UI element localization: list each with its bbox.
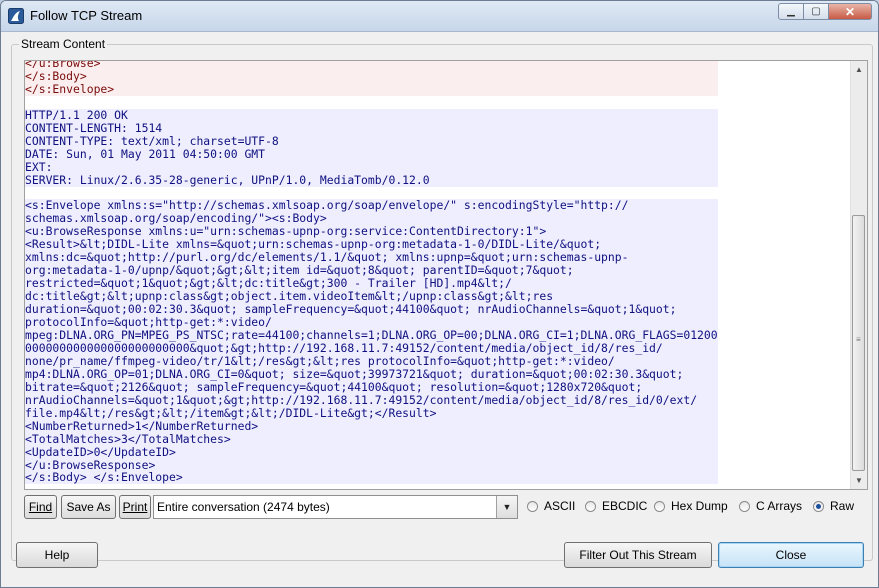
- conversation-select-value: Entire conversation (2474 bytes): [157, 500, 330, 514]
- server-stream-line: <NumberReturned>1</NumberReturned>: [25, 419, 718, 433]
- server-stream-line: mpeg:DLNA.ORG_PN=MPEG_PS_NTSC;rate=44100…: [25, 327, 718, 342]
- conversation-select[interactable]: Entire conversation (2474 bytes) ▼: [153, 495, 518, 519]
- scrollbar-grip-icon: ≡: [856, 335, 861, 344]
- chevron-down-icon[interactable]: ▼: [496, 496, 517, 518]
- window-title: Follow TCP Stream: [30, 8, 143, 23]
- stream-text-viewport: </u:Browse> </s:Body> </s:Envelope> HTTP/1.…: [25, 61, 851, 489]
- save-as-button-label: Save As: [66, 500, 111, 514]
- radio-c-arrays-label: C Arrays: [756, 499, 803, 513]
- radio-ebcdic-dot: [585, 500, 596, 512]
- title-bar[interactable]: Follow TCP Stream ▁ ▢ ✕: [1, 1, 878, 32]
- radio-raw[interactable]: Raw: [813, 499, 854, 513]
- server-stream-line: CONTENT-LENGTH: 1514: [25, 121, 718, 135]
- client-stream-line: </s:Body>: [25, 70, 718, 83]
- radio-ascii[interactable]: ASCII: [527, 499, 575, 513]
- close-button-label: Close: [775, 548, 807, 562]
- radio-hex-dump-dot: [654, 500, 665, 512]
- client-stream-line: </u:Browse>: [25, 61, 718, 70]
- dialog-body: Stream Content </u:Browse> </s:Body> </s:E…: [9, 32, 873, 587]
- find-button-label: Find: [28, 500, 53, 514]
- radio-ebcdic-label: EBCDIC: [602, 499, 648, 513]
- stream-content-label: Stream Content: [19, 37, 108, 51]
- client-stream-line: </s:Envelope>: [25, 82, 718, 96]
- radio-ebcdic[interactable]: EBCDIC: [585, 499, 647, 513]
- follow-tcp-stream-window: Follow TCP Stream ▁ ▢ ✕ Stream Content <…: [0, 0, 879, 588]
- scrollbar-thumb[interactable]: ≡: [852, 215, 865, 471]
- close-window-button[interactable]: ✕: [829, 3, 872, 20]
- scroll-down-arrow-icon[interactable]: ▼: [851, 472, 867, 489]
- server-stream-line: </s:Body> </s:Envelope>: [25, 471, 718, 485]
- radio-hex-dump[interactable]: Hex Dump: [654, 499, 728, 513]
- maximize-button[interactable]: ▢: [804, 3, 829, 20]
- minimize-icon: ▁: [787, 6, 795, 17]
- stream-controls-row: Find Save As Print Entire conversation (…: [24, 495, 869, 521]
- maximize-icon: ▢: [811, 6, 821, 17]
- stream-content-textarea[interactable]: </u:Browse> </s:Body> </s:Envelope> HTTP/1.…: [24, 60, 868, 490]
- radio-c-arrays[interactable]: C Arrays: [739, 499, 802, 513]
- server-stream-line: EXT:: [25, 160, 718, 174]
- server-stream-line: file.mp4&lt;/res&gt;&lt;/item&gt;&lt;/DI…: [25, 406, 718, 420]
- server-stream-line: <TotalMatches>3</TotalMatches>: [25, 432, 718, 446]
- radio-raw-dot: [813, 500, 824, 512]
- server-stream-line: <UpdateID>0</UpdateID>: [25, 445, 718, 459]
- server-stream-line: none/pr_name/ffmpeg-video/tr/1&lt;/res&g…: [25, 354, 718, 368]
- server-stream-line: SERVER: Linux/2.6.35-28-generic, UPnP/1.…: [25, 173, 718, 187]
- server-stream-line: mp4:DLNA.ORG_OP=01;DLNA.ORG_CI=0&quot; s…: [25, 367, 718, 381]
- server-stream-line: nrAudioChannels=&quot;1&quot;&gt;http://…: [25, 393, 718, 407]
- server-stream-line: bitrate=&quot;2126&quot; sampleFrequency…: [25, 380, 718, 394]
- window-controls: ▁ ▢ ✕: [778, 3, 872, 20]
- close-icon: ✕: [844, 4, 856, 19]
- stream-blank-line: [25, 96, 718, 109]
- help-button-label: Help: [44, 548, 70, 562]
- wireshark-fin-icon: [8, 8, 24, 24]
- filter-out-stream-button[interactable]: Filter Out This Stream: [564, 542, 712, 568]
- save-as-button[interactable]: Save As: [61, 495, 116, 519]
- server-stream-line: HTTP/1.1 200 OK: [25, 108, 718, 122]
- minimize-button[interactable]: ▁: [778, 3, 804, 20]
- filter-out-stream-label: Filter Out This Stream: [579, 548, 697, 562]
- print-button-label: Print: [122, 500, 148, 514]
- server-stream-line: DATE: Sun, 01 May 2011 04:50:00 GMT: [25, 147, 718, 161]
- server-stream-line: 000000000000000000000000&quot;&gt;http:/…: [25, 341, 718, 355]
- server-stream-line: CONTENT-TYPE: text/xml; charset=UTF-8: [25, 134, 718, 148]
- help-button[interactable]: Help: [16, 542, 98, 568]
- radio-raw-label: Raw: [830, 499, 855, 513]
- close-button[interactable]: Close: [718, 542, 864, 568]
- radio-ascii-label: ASCII: [544, 499, 576, 513]
- stream-text: </u:Browse> </s:Body> </s:Envelope> HTTP/1.…: [25, 61, 718, 485]
- vertical-scrollbar[interactable]: ▲ ≡ ▼: [850, 61, 867, 489]
- radio-ascii-dot: [527, 500, 538, 512]
- print-button[interactable]: Print: [119, 495, 151, 519]
- scroll-up-arrow-icon[interactable]: ▲: [851, 61, 867, 78]
- radio-c-arrays-dot: [739, 500, 750, 512]
- find-button[interactable]: Find: [24, 495, 57, 519]
- radio-hex-dump-label: Hex Dump: [671, 499, 728, 513]
